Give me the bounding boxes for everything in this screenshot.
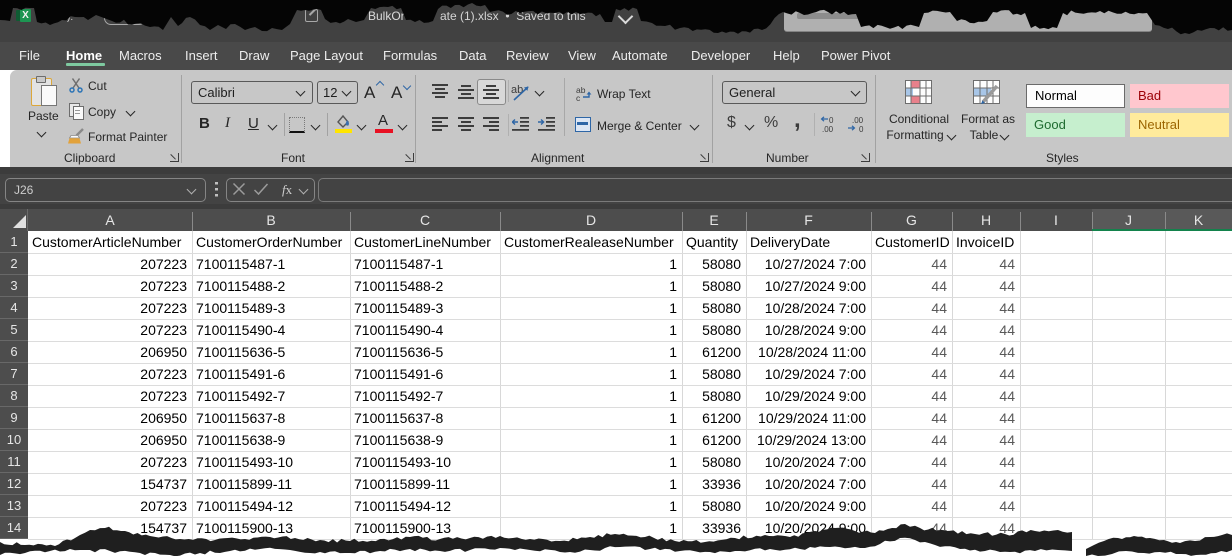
svg-text:0: 0: [829, 116, 834, 125]
svg-text:0: 0: [859, 125, 864, 133]
svg-text:.00: .00: [852, 116, 864, 125]
svg-text:.00: .00: [822, 125, 834, 133]
